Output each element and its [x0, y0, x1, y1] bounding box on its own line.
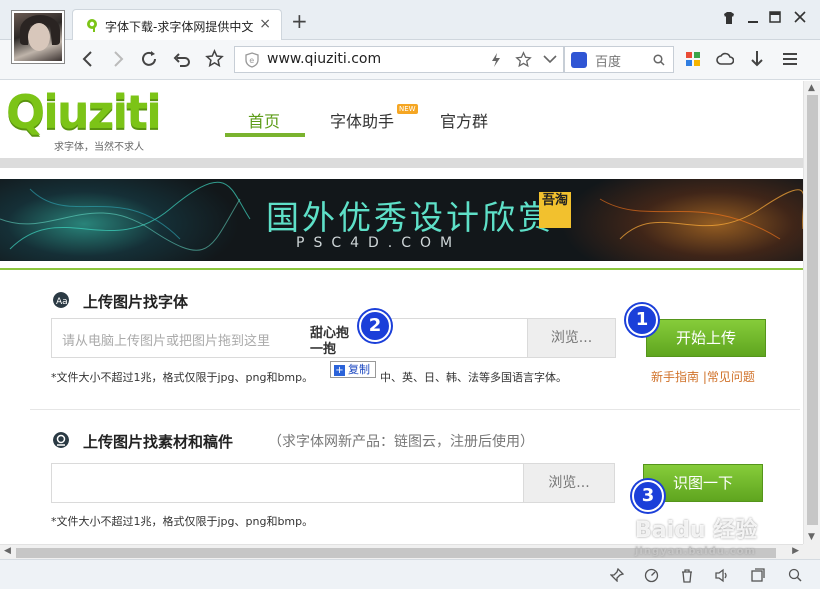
scroll-up-icon[interactable]: ▲ [808, 83, 815, 93]
tab-close-icon[interactable]: × [259, 16, 271, 32]
bookmark-star-icon[interactable] [515, 51, 532, 68]
new-tab-button[interactable]: + [291, 9, 308, 33]
user-avatar[interactable] [12, 11, 64, 63]
nav-official-group[interactable]: 官方群 [440, 108, 488, 132]
dragged-image: 甜心抱一抱 [310, 326, 350, 357]
font-language-note: 中、英、日、韩、法等多国语言字体。 [380, 371, 567, 384]
search-icon[interactable] [653, 54, 665, 66]
minimize-icon[interactable] [746, 11, 760, 25]
font-section-title: 上传图片找字体 [83, 293, 189, 311]
search-box[interactable]: 百度 [564, 46, 674, 73]
copy-label: 复制 [348, 363, 370, 376]
scroll-right-icon[interactable]: ▶ [792, 546, 799, 556]
watermark-line2: jingyan.baidu.com [635, 546, 756, 557]
font-section-icon: Aa [53, 292, 69, 308]
favorite-star-icon[interactable] [205, 49, 224, 68]
maximize-icon[interactable] [768, 10, 782, 24]
step-marker-3: 3 [632, 480, 664, 512]
logo-slogan: 求字体，当然不求人 [54, 142, 144, 153]
address-bar[interactable]: e www.qiuziti.com [234, 46, 564, 73]
security-shield-icon[interactable]: e [245, 52, 259, 68]
browser-toolbar: e www.qiuziti.com 百度 [0, 40, 820, 80]
undo-close-icon[interactable] [173, 50, 191, 68]
section-divider [30, 409, 800, 410]
nav-font-helper[interactable]: 字体助手 [330, 108, 394, 132]
nav-active-underline [225, 133, 305, 137]
material-section-title: 上传图片找素材和稿件 [83, 433, 234, 451]
zoom-icon[interactable] [788, 568, 802, 582]
ad-banner[interactable]: 国外优秀设计欣赏 吾淘 PSC4D.COM [0, 179, 803, 261]
download-icon[interactable] [750, 50, 764, 68]
forward-icon[interactable] [110, 50, 126, 68]
baidu-paw-icon [571, 52, 587, 68]
scroll-down-icon[interactable]: ▼ [808, 532, 815, 542]
speed-mode-icon[interactable] [491, 53, 501, 67]
banner-title: 国外优秀设计欣赏 [266, 198, 554, 237]
skin-icon[interactable] [722, 11, 736, 25]
search-engine-label: 百度 [595, 55, 622, 70]
copy-plus-icon: + [334, 365, 345, 376]
browser-tab[interactable]: 字体下载-求字体网提供中文 × [72, 9, 282, 40]
cloud-icon[interactable] [716, 52, 734, 66]
step-marker-1: 1 [626, 304, 658, 336]
back-icon[interactable] [80, 50, 96, 68]
vertical-scrollbar[interactable]: ▲ ▼ [803, 81, 820, 544]
refresh-icon[interactable] [140, 50, 158, 68]
svg-text:Aa: Aa [56, 297, 68, 307]
banner-stamp: 吾淘 [539, 192, 571, 228]
header-divider [0, 158, 803, 168]
copy-tooltip: + 复制 [330, 361, 376, 378]
site-favicon-icon [87, 19, 97, 32]
pin-icon[interactable] [610, 568, 624, 582]
step-marker-2: 2 [359, 310, 391, 342]
banner-subtitle: PSC4D.COM [296, 235, 462, 251]
font-image-input[interactable]: 请从电脑上传图片或把图片拖到这里 [51, 318, 529, 358]
menu-icon[interactable] [782, 52, 798, 66]
close-window-icon[interactable] [793, 10, 807, 24]
help-links[interactable]: 新手指南 |常见问题 [651, 368, 755, 385]
material-file-note: *文件大小不超过1兆，格式仅限于jpg、png和bmp。 [51, 515, 314, 528]
scroll-corner [803, 544, 820, 559]
new-badge: NEW [397, 104, 418, 114]
tab-title: 字体下载-求字体网提供中文 [105, 20, 254, 34]
material-section-note: （求字体网新产品：链图云，注册后使用） [268, 434, 534, 450]
svg-text:e: e [249, 56, 254, 65]
vertical-scroll-thumb[interactable] [807, 95, 818, 525]
watermark-line1: Baidu 经验 [635, 518, 758, 543]
font-file-note: *文件大小不超过1兆，格式仅限于jpg、png和bmp。 [51, 371, 314, 384]
scroll-left-icon[interactable]: ◀ [4, 546, 11, 556]
url-text: www.qiuziti.com [267, 51, 382, 67]
logo-wordmark: Qiuziti [6, 85, 162, 139]
banner-divider [0, 268, 803, 270]
font-image-placeholder: 请从电脑上传图片或把图片拖到这里 [62, 334, 271, 349]
material-image-input[interactable] [51, 463, 525, 503]
browser-titlebar: 字体下载-求字体网提供中文 × + [0, 0, 820, 40]
page-viewport: Qiuziti 求字体，当然不求人 首页 字体助手 NEW 官方群 国外优秀设计… [0, 81, 803, 544]
apps-icon[interactable] [685, 51, 701, 67]
material-browse-button[interactable]: 浏览... [523, 463, 615, 503]
site-logo[interactable]: Qiuziti 求字体，当然不求人 [6, 86, 176, 154]
font-browse-button[interactable]: 浏览... [527, 318, 616, 358]
material-section-icon [53, 432, 69, 448]
url-dropdown-icon[interactable] [543, 55, 557, 65]
baidu-jingyan-watermark: Baidu 经验 jingyan.baidu.com [635, 512, 775, 572]
start-upload-button[interactable]: 开始上传 [646, 319, 766, 357]
nav-home[interactable]: 首页 [248, 108, 280, 132]
